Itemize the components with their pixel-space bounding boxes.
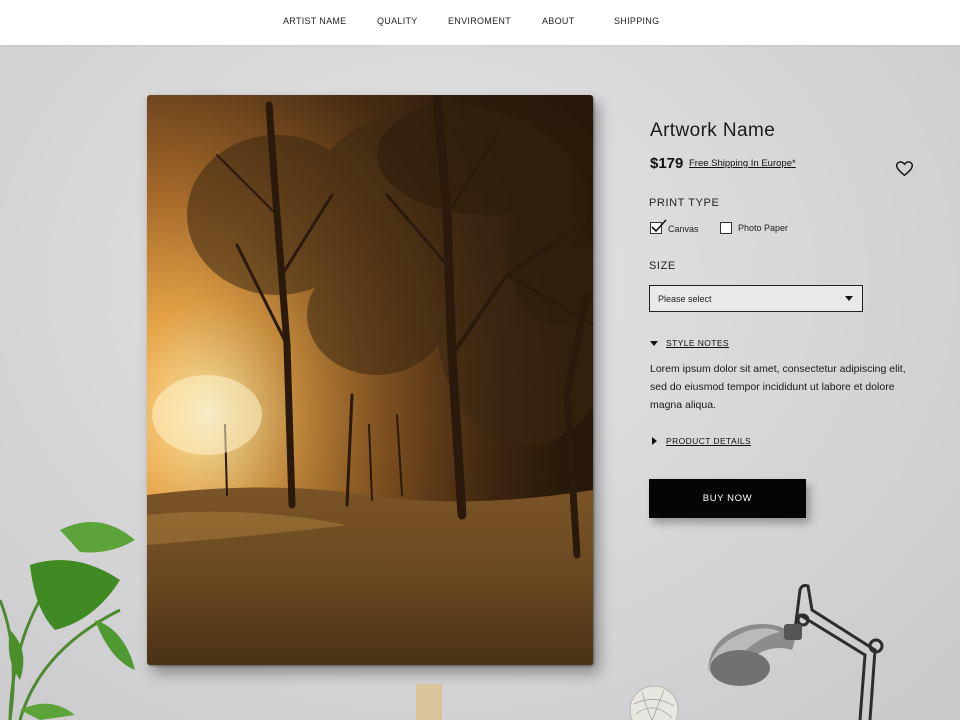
photo-paper-option-label: Photo Paper [738,223,789,233]
check-icon [651,219,667,233]
nav-item-enviroment[interactable]: ENVIROMENT [448,16,511,26]
canvas-option-label: Canvas [668,224,699,234]
nav-item-quality[interactable]: QUALITY [377,16,418,26]
product-details-toggle[interactable]: PRODUCT DETAILS [666,436,751,446]
nav-item-artist-name[interactable]: ARTIST NAME [283,16,346,26]
yarn-ball-decoration [629,685,679,720]
heart-icon[interactable] [896,161,913,177]
desk-lamp-decoration [708,584,884,720]
caret-down-icon[interactable] [650,341,658,346]
print-type-label: PRINT TYPE [649,197,720,209]
nav-item-shipping[interactable]: SHIPPING [614,16,659,26]
style-notes-text: Lorem ipsum dolor sit amet, consectetur … [650,363,906,411]
canvas-checkbox[interactable] [650,219,667,234]
buy-now-button[interactable]: BUY NOW [649,479,806,518]
size-select-value: Please select [658,294,712,304]
product-price: $179 [650,155,684,172]
top-navigation: ARTIST NAME QUALITY ENVIROMENT ABOUT SHI… [0,0,960,45]
nav-item-about[interactable]: ABOUT [542,16,575,26]
wood-stick-decoration [416,684,442,720]
artwork-image [147,95,593,665]
photo-paper-checkbox[interactable] [720,222,732,234]
caret-right-icon[interactable] [652,437,657,445]
size-select[interactable]: Please select [649,285,863,312]
size-label: SIZE [649,260,676,272]
product-title: Artwork Name [650,120,776,141]
chevron-down-icon [845,296,853,301]
style-notes-toggle[interactable]: STYLE NOTES [666,338,729,348]
plant-decoration [0,522,135,720]
shipping-info-link[interactable]: Free Shipping In Europe* [689,158,796,169]
